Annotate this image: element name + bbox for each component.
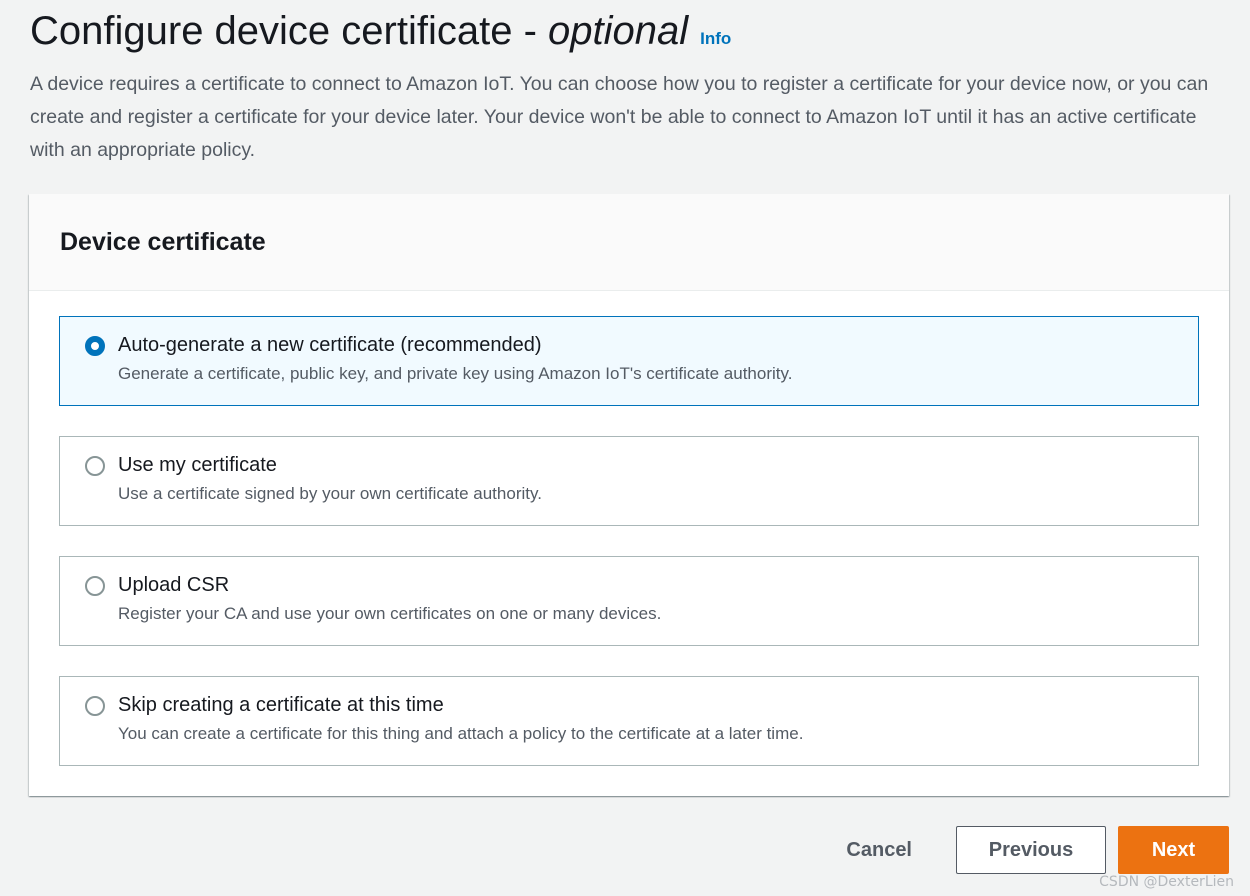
cancel-button[interactable]: Cancel [846, 826, 956, 874]
option-upload-csr[interactable]: Upload CSR Register your CA and use your… [59, 556, 1199, 646]
option-description: Register your CA and use your own certif… [118, 604, 662, 623]
page: Configure device certificate - optional … [0, 0, 1250, 896]
radio-upload-csr[interactable] [85, 576, 105, 596]
page-title-optional: optional [548, 9, 689, 53]
option-auto-generate[interactable]: Auto-generate a new certificate (recomme… [59, 316, 1199, 406]
page-title-main: Configure device certificate - [30, 9, 549, 53]
option-label: Auto-generate a new certificate (recomme… [118, 334, 542, 356]
device-certificate-panel: Device certificate Auto-generate a new c… [29, 194, 1229, 796]
panel-title: Device certificate [60, 227, 266, 256]
title-row: Configure device certificate - optional … [30, 6, 1230, 56]
option-label: Skip creating a certificate at this time [118, 694, 444, 716]
option-label: Upload CSR [118, 574, 230, 596]
option-use-my-certificate[interactable]: Use my certificate Use a certificate sig… [59, 436, 1199, 526]
option-description: You can create a certificate for this th… [118, 724, 804, 743]
panel-header: Device certificate [29, 194, 1229, 291]
option-description: Use a certificate signed by your own cer… [118, 484, 542, 503]
radio-skip-certificate[interactable] [85, 696, 105, 716]
watermark: CSDN @DexterLien [1099, 874, 1234, 890]
next-button[interactable]: Next [1118, 826, 1229, 874]
radio-auto-generate[interactable] [85, 336, 105, 356]
page-header: Configure device certificate - optional … [30, 6, 1230, 167]
page-title: Configure device certificate - optional [30, 6, 688, 56]
option-label: Use my certificate [118, 454, 277, 476]
radio-use-my-certificate[interactable] [85, 456, 105, 476]
form-actions: Cancel Previous Next [846, 826, 1229, 874]
option-skip-certificate[interactable]: Skip creating a certificate at this time… [59, 676, 1199, 766]
option-description: Generate a certificate, public key, and … [118, 364, 793, 383]
info-link[interactable]: Info [700, 29, 731, 49]
previous-button[interactable]: Previous [956, 826, 1106, 874]
page-description: A device requires a certificate to conne… [30, 73, 1209, 161]
